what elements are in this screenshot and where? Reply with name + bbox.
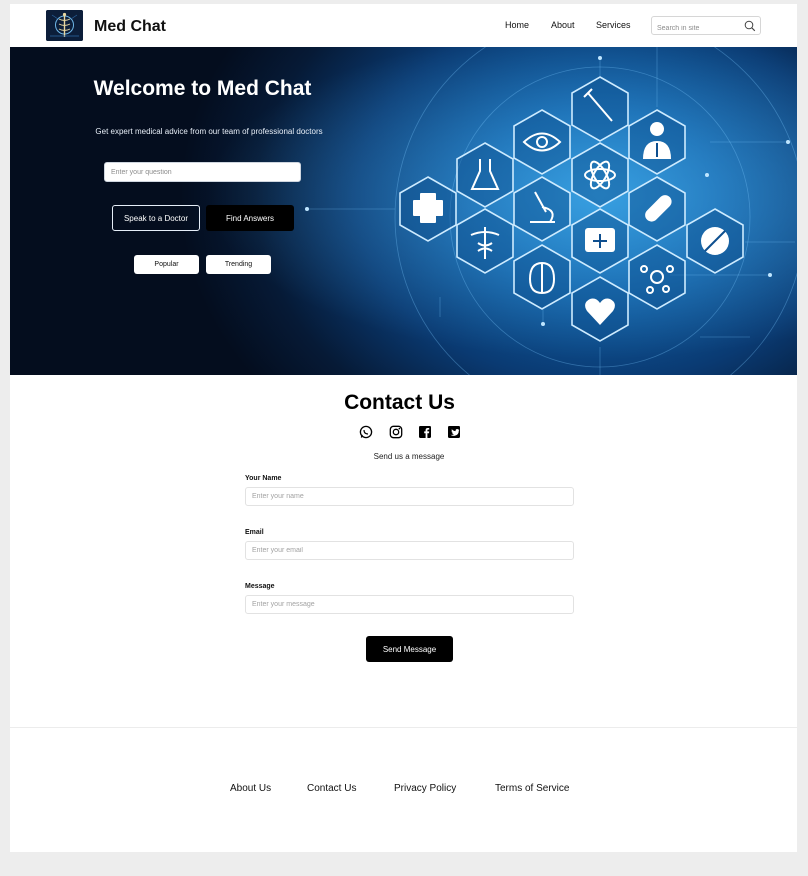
email-label: Email [245, 529, 264, 536]
question-input[interactable] [104, 162, 301, 182]
popular-button[interactable]: Popular [134, 255, 199, 274]
caduceus-logo-icon[interactable] [46, 10, 83, 41]
name-label: Your Name [245, 475, 282, 482]
search-icon[interactable] [744, 20, 756, 32]
hero-title: Welcome to Med Chat [93, 77, 312, 100]
site-header: Med Chat Home About Services [10, 4, 797, 47]
whatsapp-icon[interactable] [359, 425, 373, 439]
find-answers-button[interactable]: Find Answers [206, 205, 294, 231]
nav-home[interactable]: Home [505, 20, 529, 30]
facebook-icon[interactable] [418, 425, 432, 439]
email-field[interactable] [245, 541, 574, 560]
search-input[interactable] [652, 20, 740, 37]
footer-divider [10, 727, 797, 728]
footer-terms-of-service[interactable]: Terms of Service [495, 783, 569, 794]
nav-about[interactable]: About [551, 20, 575, 30]
name-field[interactable] [245, 487, 574, 506]
instagram-icon[interactable] [389, 425, 403, 439]
nav-services[interactable]: Services [596, 20, 631, 30]
brand-name[interactable]: Med Chat [94, 18, 166, 36]
trending-button[interactable]: Trending [206, 255, 271, 274]
speak-to-doctor-button[interactable]: Speak to a Doctor [112, 205, 200, 231]
twitter-icon[interactable] [447, 425, 461, 439]
footer-about-us[interactable]: About Us [230, 783, 271, 794]
footer-privacy-policy[interactable]: Privacy Policy [394, 783, 456, 794]
send-message-button[interactable]: Send Message [366, 636, 453, 662]
message-field[interactable] [245, 595, 574, 614]
footer-contact-us[interactable]: Contact Us [307, 783, 356, 794]
contact-subtitle: Send us a message [373, 452, 445, 461]
contact-title: Contact Us [344, 391, 455, 414]
search-box [651, 16, 761, 37]
hero-banner: Welcome to Med Chat Get expert medical a… [10, 47, 797, 375]
message-label: Message [245, 583, 275, 590]
hero-subtitle: Get expert medical advice from our team … [95, 127, 323, 136]
